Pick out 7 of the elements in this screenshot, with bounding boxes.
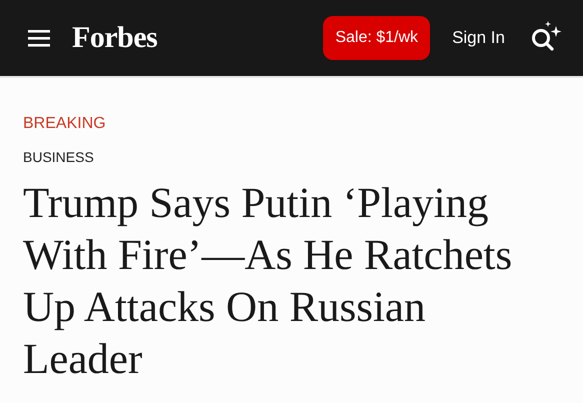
sale-button[interactable]: Sale: $1/wk: [323, 16, 430, 60]
section-label[interactable]: BUSINESS: [23, 148, 559, 166]
menu-icon[interactable]: [28, 29, 50, 47]
headline: Trump Says Putin ‘Playing With Fire’—As He Ratchets Up Attacks On Russian Leader: [23, 179, 514, 385]
sign-in-link[interactable]: Sign In: [452, 28, 505, 48]
breaking-label: BREAKING: [23, 114, 107, 134]
logo[interactable]: Forbes: [72, 21, 158, 55]
